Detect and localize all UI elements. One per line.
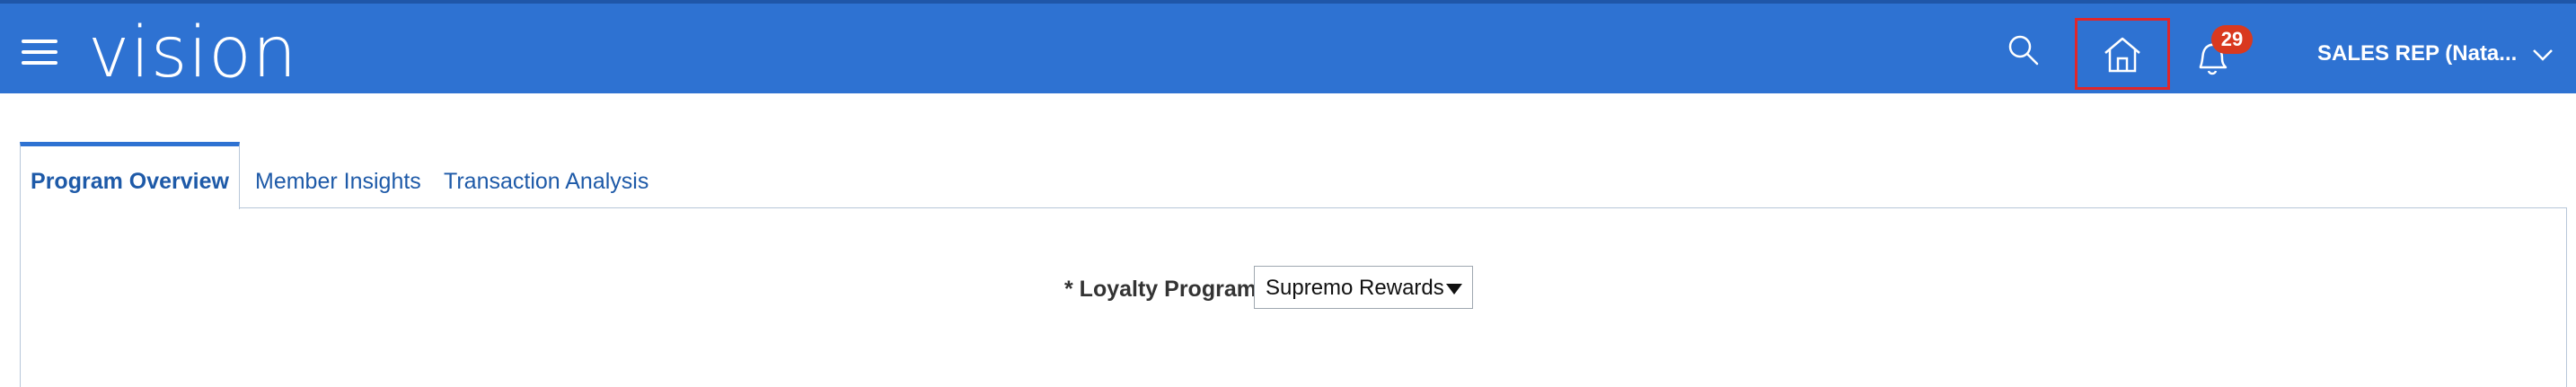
hamburger-menu-icon[interactable] xyxy=(22,40,57,65)
home-icon xyxy=(2104,37,2140,73)
tab-program-overview[interactable]: Program Overview xyxy=(20,142,240,209)
chevron-down-icon xyxy=(2533,48,2553,61)
notifications-button[interactable]: 29 xyxy=(2192,25,2254,79)
tab-transaction-analysis[interactable]: Transaction Analysis xyxy=(444,142,648,208)
home-button[interactable] xyxy=(2075,18,2170,90)
global-header: vision 29 SALES REP (Nata... xyxy=(0,0,2576,93)
app-logo: vision xyxy=(88,13,298,93)
loyalty-program-value: Supremo Rewards xyxy=(1266,276,1444,300)
search-icon[interactable] xyxy=(2006,32,2042,68)
user-menu[interactable]: SALES REP (Nata... xyxy=(2317,41,2554,66)
notification-count-badge: 29 xyxy=(2211,25,2253,54)
loyalty-program-select[interactable]: Supremo Rewards xyxy=(1254,266,1473,309)
tab-member-insights[interactable]: Member Insights xyxy=(255,142,421,208)
user-name-label: SALES REP (Nata... xyxy=(2317,41,2518,66)
tab-bar: Program Overview Member Insights Transac… xyxy=(20,142,2567,209)
caret-down-icon xyxy=(1446,284,1462,295)
loyalty-program-label: * Loyalty Program xyxy=(1064,277,1257,302)
